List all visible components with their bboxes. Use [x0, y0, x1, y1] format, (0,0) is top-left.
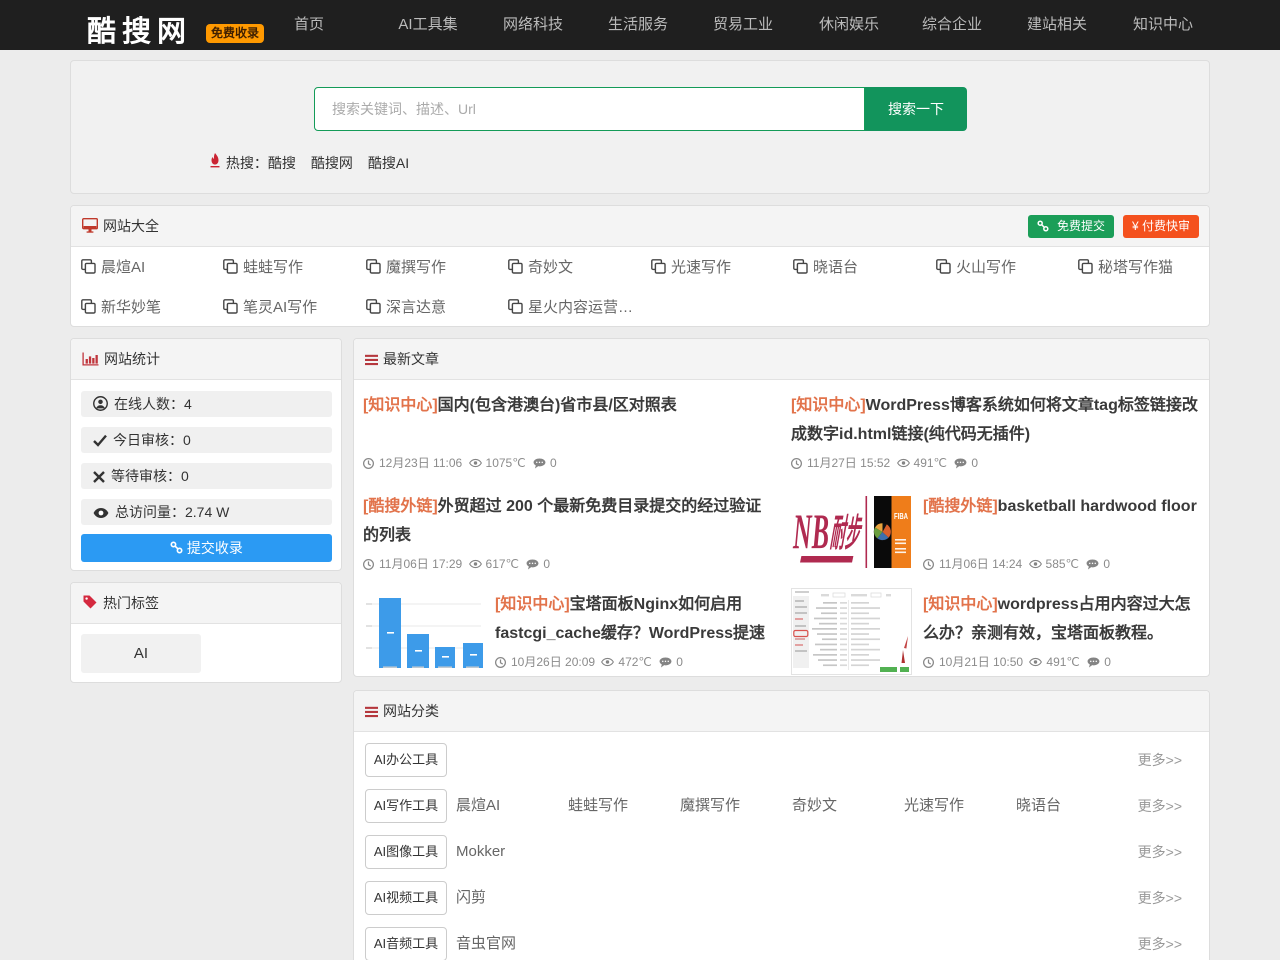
svg-text:NB: NB [792, 503, 829, 559]
svg-text:FIBA: FIBA [894, 512, 908, 521]
